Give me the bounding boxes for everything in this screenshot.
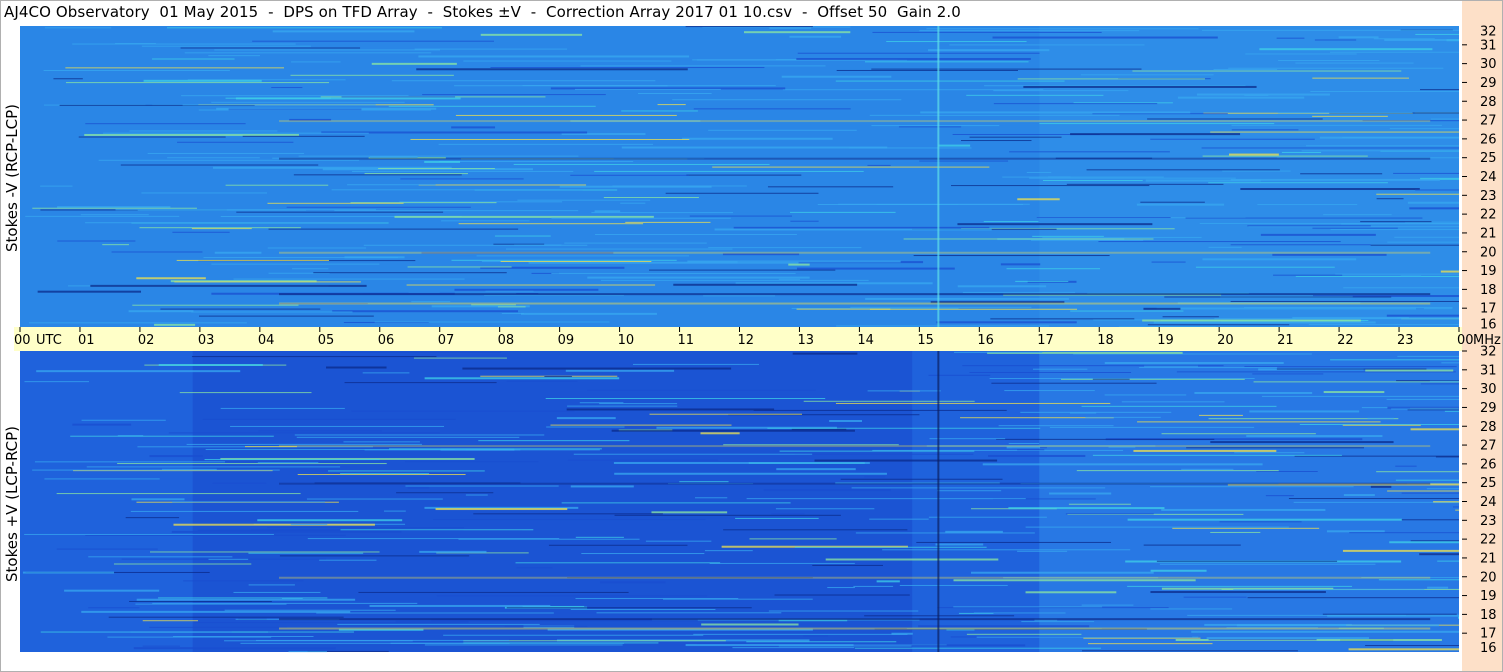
freq-tick-label: 27 [1480,114,1497,129]
time-tick-label: 00 [1457,333,1474,348]
freq-tick-label: 31 [1480,38,1497,53]
freq-tick-label: 17 [1480,302,1497,317]
freq-tick-label: 18 [1480,608,1497,623]
freq-tick-label: 21 [1480,226,1497,241]
time-tick-label: 07 [438,333,455,348]
freq-tick-label: 27 [1480,439,1497,454]
time-tick-label: 19 [1157,333,1174,348]
heatmap-top-panel [20,26,1459,329]
freq-tick-label: 32 [1480,345,1497,360]
time-tick-label: 00 [14,333,31,348]
freq-tick-label: 24 [1480,495,1497,510]
time-tick-label: 01 [78,333,95,348]
time-tick-label: 20 [1217,333,1234,348]
time-tick-label: 06 [378,333,395,348]
freq-tick-label: 20 [1480,245,1497,260]
time-tick-label: 05 [318,333,335,348]
time-tick-label: 08 [498,333,515,348]
time-tick-label: 03 [198,333,215,348]
heatmap-bottom-panel [20,351,1459,653]
time-tick-label: 17 [1037,333,1054,348]
freq-tick-label: 22 [1480,533,1497,548]
time-tick-label: 22 [1337,333,1354,348]
time-tick-label: 13 [797,333,814,348]
utc-label: UTC [36,333,62,348]
time-tick-label: 10 [618,333,635,348]
freq-tick-label: 18 [1480,283,1497,298]
freq-tick-label: 25 [1480,476,1497,491]
freq-tick-label: 23 [1480,189,1497,204]
time-tick-label: 02 [138,333,155,348]
freq-tick-label: 28 [1480,95,1497,110]
freq-tick-label: 19 [1480,264,1497,279]
freq-tick-label: 30 [1480,57,1497,72]
time-tick-label: 09 [558,333,575,348]
time-tick-label: 11 [678,333,695,348]
freq-tick-label: 29 [1480,401,1497,416]
time-tick-label: 15 [917,333,934,348]
time-tick-label: 14 [857,333,874,348]
freq-tick-label: 31 [1480,363,1497,378]
chart-title: AJ4CO Observatory 01 May 2015 - DPS on T… [4,3,961,21]
freq-tick-label: 30 [1480,382,1497,397]
freq-tick-label: 16 [1480,641,1497,656]
time-tick-label: 12 [738,333,755,348]
time-tick-label: 18 [1097,333,1114,348]
freq-tick-label: 19 [1480,589,1497,604]
time-tick-label: 04 [258,333,275,348]
time-tick-label: 16 [977,333,994,348]
spectrogram-figure: 00 01 02 03 04 05 06 07 08 09 10 11 12 13 14 15 16 17 18 19… [0,0,1503,672]
freq-tick-label: 20 [1480,570,1497,585]
time-tick-label: 23 [1397,333,1414,348]
freq-tick-label: 22 [1480,208,1497,223]
freq-tick-label: 28 [1480,420,1497,435]
freq-tick-label: 26 [1480,132,1497,147]
freq-tick-label: 26 [1480,457,1497,472]
time-tick-label: 21 [1277,333,1294,348]
freq-tick-label: 29 [1480,76,1497,91]
freq-tick-label: 32 [1480,25,1497,40]
freq-tick-label: 16 [1480,318,1497,333]
freq-tick-label: 23 [1480,514,1497,529]
y-axis-label-top: Stokes -V (RCP-LCP) [3,104,21,252]
freq-tick-label: 25 [1480,151,1497,166]
freq-tick-label: 24 [1480,170,1497,185]
y-axis-label-bottom: Stokes +V (LCP-RCP) [3,426,21,582]
freq-tick-label: 17 [1480,627,1497,642]
freq-tick-label: 21 [1480,551,1497,566]
